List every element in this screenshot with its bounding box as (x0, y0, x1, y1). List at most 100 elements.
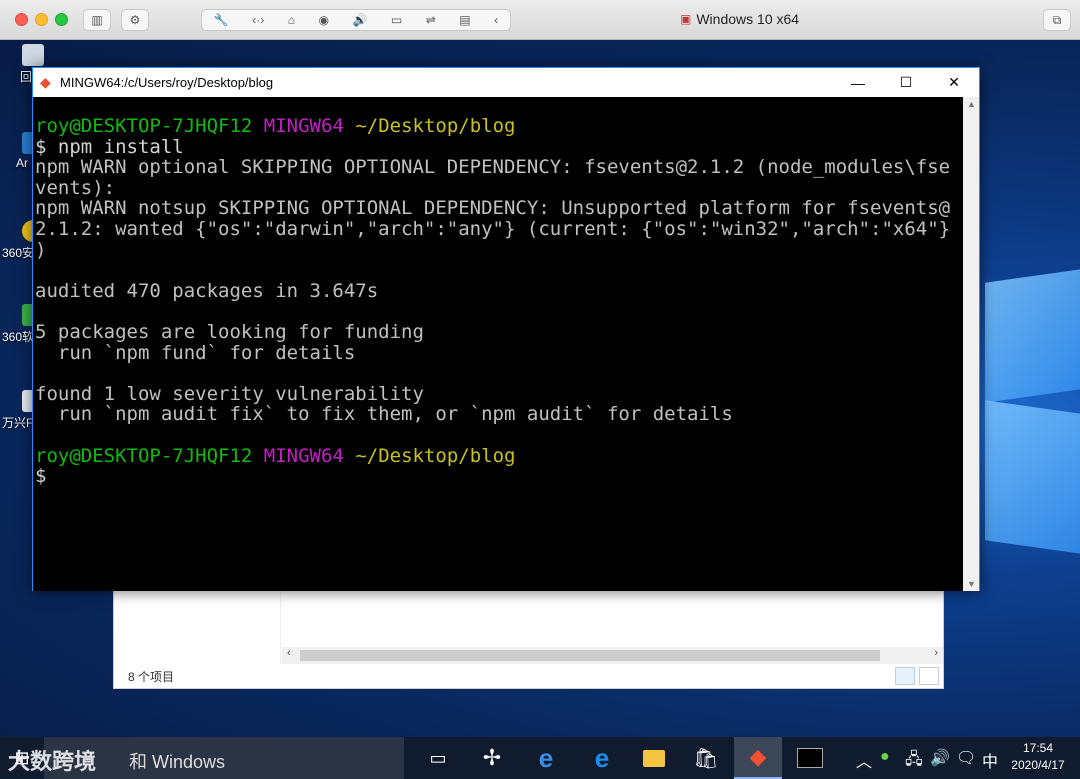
git-bash-window: ◆ MINGW64:/c/Users/roy/Desktop/blog — ☐ … (32, 67, 980, 591)
minimize-button[interactable]: — (835, 68, 881, 97)
watermark: 大数跨境 (8, 749, 97, 774)
taskbar-app-ie[interactable]: e (522, 737, 570, 779)
vm-window-title: ▣ Windows 10 x64 (680, 11, 799, 27)
windows-logo-pane (985, 400, 1080, 556)
desktop-icon-label: Ar (16, 156, 28, 170)
taskbar-app-edge[interactable]: e (578, 737, 626, 779)
sidebar-toggle-icon[interactable]: ▥ (83, 9, 111, 31)
fan-app-icon: ✢ (482, 745, 502, 770)
terminal-title: MINGW64:/c/Users/roy/Desktop/blog (60, 75, 274, 90)
clock-date: 2020/4/17 (1011, 758, 1065, 772)
desktop-icon-recycle[interactable]: 回 (0, 44, 44, 85)
prompt-shell: MINGW64 (263, 115, 344, 137)
volume-icon[interactable]: 🔊 (930, 748, 950, 768)
output-line: found 1 low severity vulnerability (35, 382, 424, 405)
vm-title-text: Windows 10 x64 (696, 11, 800, 27)
terminal-titlebar: ◆ MINGW64:/c/Users/roy/Desktop/blog — ☐ … (33, 68, 979, 97)
desktop-icon-label: 360软 (2, 330, 35, 344)
desktop-icon-360-security[interactable]: 360安 (0, 220, 44, 261)
desktop-icon-wondershare[interactable]: 万兴F (0, 390, 44, 431)
folder-icon (643, 749, 665, 767)
taskbar-app-explorer[interactable] (630, 737, 678, 779)
clock[interactable]: 17:54 2020/4/17 (1004, 740, 1072, 774)
windows-logo-pane (985, 267, 1080, 403)
recycle-bin-icon (22, 44, 44, 66)
output-line: vents): (35, 176, 116, 199)
desktop-icon-label: 360安 (2, 246, 35, 260)
task-view-button[interactable]: ▭ (414, 737, 462, 779)
output-line: ) (35, 238, 47, 261)
terminal-output[interactable]: roy@DESKTOP-7JHQF12 MINGW64 ~/Desktop/bl… (33, 97, 963, 591)
share-icon[interactable]: ▤ (459, 13, 470, 27)
output-line: npm WARN notsup SKIPPING OPTIONAL DEPEND… (35, 197, 951, 220)
output-line: audited 470 packages in 3.647s (35, 279, 379, 302)
scrollbar-thumb[interactable] (300, 650, 880, 661)
output-line: 5 packages are looking for funding (35, 320, 424, 343)
action-center-icon[interactable]: 🗨 (956, 748, 976, 768)
prompt-user: roy@DESKTOP-7JHQF12 (35, 115, 253, 137)
vm-doc-icon: ▣ (680, 12, 692, 26)
edge-icon: e (594, 742, 610, 773)
output-line: run `npm audit fix` to fix them, or `npm… (35, 403, 733, 426)
desktop-icon-label: 万兴F (2, 416, 34, 430)
vm-device-toolbar: 🔧 ‹·› ⌂ ◉ 🔊 ▭ ⇌ ▤ ‹ (201, 9, 511, 31)
output-line: npm WARN optional SKIPPING OPTIONAL DEPE… (35, 156, 951, 179)
vm-config-icon[interactable]: ⚙ (121, 9, 149, 31)
video-icon[interactable]: ▭ (391, 13, 402, 27)
command-line: $ npm install (35, 135, 184, 158)
ime-indicator[interactable]: 中 (982, 748, 998, 772)
disk-icon[interactable]: ⌂ (288, 13, 295, 27)
wrench-icon[interactable]: 🔧 (214, 13, 229, 27)
scroll-right-icon[interactable]: › (934, 647, 938, 659)
search-box[interactable]: 和 Windows (44, 737, 404, 779)
terminal-icon (797, 748, 823, 768)
vertical-scrollbar[interactable]: ▲ ▼ (963, 97, 979, 591)
sound-icon[interactable]: 🔊 (352, 13, 367, 27)
camera-icon[interactable]: ◉ (318, 13, 328, 27)
large-icons-view-icon[interactable] (919, 667, 939, 685)
close-dot[interactable] (15, 13, 28, 26)
maximize-button[interactable]: ☐ (883, 68, 929, 97)
prompt-cursor: $ (35, 465, 47, 488)
minimize-icon: — (851, 74, 865, 91)
maximize-icon: ☐ (899, 74, 913, 90)
desktop-icon-label: 回 (20, 70, 33, 84)
network-icon[interactable]: 🖧 (905, 748, 923, 775)
taskbar-app-git-bash[interactable]: ◆ (734, 737, 782, 779)
close-icon: ✕ (948, 74, 960, 90)
output-line: run `npm fund` for details (35, 341, 356, 364)
details-view-icon[interactable] (895, 667, 915, 685)
restore-icon[interactable]: ⧉ (1043, 9, 1071, 31)
taskbar-app-fan[interactable]: ✢ (468, 737, 516, 779)
close-button[interactable]: ✕ (931, 68, 977, 97)
horizontal-scrollbar[interactable]: ‹ › (282, 647, 943, 664)
security-tray-icon[interactable]: ● (880, 748, 890, 766)
prompt-shell: MINGW64 (263, 444, 344, 467)
prompt-path: ~/Desktop/blog (355, 444, 516, 467)
explorer-nav-pane (114, 586, 281, 664)
task-view-icon: ▭ (429, 747, 447, 768)
item-count: 8 个项目 (128, 670, 175, 684)
taskbar-app-terminal[interactable] (786, 737, 834, 779)
network-icon[interactable]: ‹·› (252, 13, 264, 27)
scroll-down-icon[interactable]: ▼ (967, 579, 976, 589)
prompt-path: ~/Desktop/blog (355, 115, 516, 137)
search-placeholder: 和 Windows (129, 752, 226, 772)
chevron-up-icon[interactable]: ︿ (856, 748, 872, 772)
output-line: 2.1.2: wanted {"os":"darwin","arch":"any… (35, 217, 951, 240)
git-bash-icon: ◆ (40, 74, 51, 90)
explorer-statusbar: 8 个项目 (114, 664, 943, 689)
desktop-icon-2[interactable]: Ar (0, 132, 44, 170)
minimize-dot[interactable] (35, 13, 48, 26)
chevron-left-icon[interactable]: ‹ (494, 13, 498, 27)
git-icon: ◆ (749, 744, 767, 769)
zoom-dot[interactable] (55, 13, 68, 26)
scroll-left-icon[interactable]: ‹ (287, 647, 291, 659)
usb-icon[interactable]: ⇌ (426, 13, 436, 27)
host-titlebar: ▥ ⚙ 🔧 ‹·› ⌂ ◉ 🔊 ▭ ⇌ ▤ ‹ ▣ Windows 10 x64… (0, 0, 1080, 40)
store-icon: 🛍 (693, 747, 719, 770)
prompt-user: roy@DESKTOP-7JHQF12 (35, 444, 253, 467)
taskbar-app-store[interactable]: 🛍 (682, 737, 730, 779)
desktop-icon-360-software[interactable]: 360软 (0, 304, 44, 345)
scroll-up-icon[interactable]: ▲ (967, 99, 976, 109)
